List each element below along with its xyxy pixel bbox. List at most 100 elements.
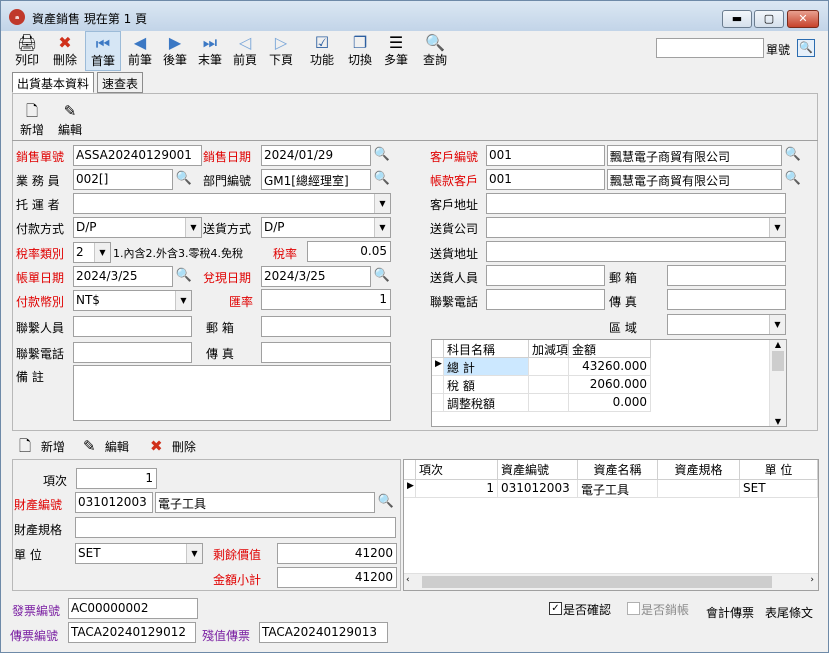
accounting-voucher-link[interactable]: 會計傳票 xyxy=(706,604,754,621)
scroll-thumb[interactable] xyxy=(772,351,784,371)
toolbar-next-page-button[interactable]: ▷ 下頁 xyxy=(263,31,299,71)
toolbar-function-button[interactable]: ☑ 功能 xyxy=(304,31,340,71)
sale-date-field[interactable]: 2024/01/29 xyxy=(261,145,371,166)
tab-quick-lookup[interactable]: 速查表 xyxy=(97,72,144,93)
asset-search-icon[interactable]: 🔍 xyxy=(377,493,395,511)
chevron-down-icon[interactable]: ▼ xyxy=(374,194,390,213)
unit-select[interactable]: SET xyxy=(75,543,203,564)
voucher-field[interactable]: TACA20240129012 xyxy=(68,622,196,643)
toolbar-delete-button[interactable]: ✖ 刪除 xyxy=(47,31,83,71)
summary-scrollbar[interactable]: ▲ ▼ xyxy=(769,340,786,426)
detail-delete-button[interactable]: ✖ 刪除 xyxy=(150,436,208,456)
scroll-up-icon[interactable]: ▲ xyxy=(770,340,786,349)
detail-edit-button[interactable]: ✎ 編輯 xyxy=(83,436,141,456)
phone-field[interactable] xyxy=(73,342,192,363)
toolbar-last-button[interactable]: ⏭ 末筆 xyxy=(192,31,228,71)
residual-field[interactable]: 41200 xyxy=(277,543,397,564)
toolbar-multi-button[interactable]: ☰ 多筆 xyxy=(378,31,414,71)
chevron-down-icon[interactable]: ▼ xyxy=(185,218,201,237)
pay-method-select[interactable]: D/P xyxy=(73,217,202,238)
ship-person-field[interactable] xyxy=(486,265,605,286)
chevron-down-icon[interactable]: ▼ xyxy=(374,218,390,237)
asset-no-field[interactable]: 031012003 xyxy=(75,492,153,513)
ship-address-field[interactable] xyxy=(486,241,786,262)
toolbar-switch-button[interactable]: ❐ 切換 xyxy=(342,31,378,71)
zip-field[interactable] xyxy=(261,316,391,337)
chevron-down-icon[interactable]: ▼ xyxy=(94,243,110,262)
residual-voucher-field[interactable]: TACA20240129013 xyxy=(259,622,388,643)
dept-field[interactable]: GM1[總經理室] xyxy=(261,169,371,190)
customer-address-field[interactable] xyxy=(486,193,786,214)
header-edit-button[interactable]: ✎ 編輯 xyxy=(53,101,87,138)
salesman-field[interactable]: 002[] xyxy=(73,169,173,190)
detail-row-unit[interactable]: SET xyxy=(740,480,818,498)
contact-field[interactable] xyxy=(73,316,192,337)
summary-row-sign[interactable] xyxy=(529,394,569,412)
toolbar-next-button[interactable]: ▶ 後筆 xyxy=(157,31,193,71)
asset-name-field[interactable]: 電子工具 xyxy=(155,492,375,513)
toolbar-print-button[interactable]: 🖨 列印 xyxy=(9,31,45,71)
toolbar-prev-button[interactable]: ◀ 前筆 xyxy=(122,31,158,71)
summary-row-amount[interactable]: 0.000 xyxy=(569,394,651,412)
confirmed-checkbox[interactable]: ✓ xyxy=(549,602,562,615)
customer-phone-field[interactable] xyxy=(486,289,605,310)
summary-row-amount[interactable]: 2060.000 xyxy=(569,376,651,394)
summary-row-name[interactable]: 調整稅額 xyxy=(444,394,529,412)
minimize-button[interactable]: ▬ xyxy=(722,10,752,28)
customer-code-field[interactable]: 001 xyxy=(486,145,605,166)
account-customer-field[interactable]: 001 xyxy=(486,169,605,190)
account-search-icon[interactable]: 🔍 xyxy=(784,170,802,188)
customer-search-icon[interactable]: 🔍 xyxy=(784,146,802,164)
summary-row-sign[interactable] xyxy=(529,358,569,376)
note-textarea[interactable] xyxy=(73,365,391,421)
bill-date-search-icon[interactable]: 🔍 xyxy=(175,267,193,285)
customer-fax-field[interactable] xyxy=(667,289,786,310)
subtotal-field[interactable]: 41200 xyxy=(277,567,397,588)
dept-search-icon[interactable]: 🔍 xyxy=(373,170,391,188)
summary-row-amount[interactable]: 43260.000 xyxy=(569,358,651,376)
footer-text-link[interactable]: 表尾條文 xyxy=(765,604,813,621)
close-button[interactable]: ✕ xyxy=(787,10,819,28)
ship-company-select[interactable] xyxy=(486,217,786,238)
account-customer-name-field[interactable]: 飄慧電子商貿有限公司 xyxy=(607,169,782,190)
tab-shipping-basic[interactable]: 出貨基本資料 xyxy=(12,72,95,93)
summary-row-name[interactable]: 總 計 xyxy=(444,358,529,376)
chevron-down-icon[interactable]: ▼ xyxy=(769,218,785,237)
detail-add-button[interactable]: 🗋 新增 xyxy=(19,436,75,456)
cash-date-search-icon[interactable]: 🔍 xyxy=(373,267,391,285)
search-icon[interactable]: 🔍 xyxy=(797,39,815,57)
scroll-right-icon[interactable]: › xyxy=(810,575,814,585)
scroll-down-icon[interactable]: ▼ xyxy=(770,417,786,426)
fax-field[interactable] xyxy=(261,342,391,363)
header-add-button[interactable]: 🗋 新增 xyxy=(15,101,49,138)
item-field[interactable]: 1 xyxy=(76,468,157,489)
summary-row-name[interactable]: 稅 額 xyxy=(444,376,529,394)
customer-name-field[interactable]: 飄慧電子商貿有限公司 xyxy=(607,145,782,166)
detail-row-asset-no[interactable]: 031012003 xyxy=(498,480,578,498)
detail-row-asset-name[interactable]: 電子工具 xyxy=(578,480,658,498)
maximize-button[interactable]: ▢ xyxy=(754,10,784,28)
scroll-thumb[interactable] xyxy=(422,576,772,588)
toolbar-prev-page-button[interactable]: ◁ 前頁 xyxy=(227,31,263,71)
chevron-down-icon[interactable]: ▼ xyxy=(769,315,785,334)
search-input[interactable] xyxy=(656,38,764,58)
salesman-search-icon[interactable]: 🔍 xyxy=(175,170,193,188)
invoice-field[interactable]: AC00000002 xyxy=(68,598,198,619)
chevron-down-icon[interactable]: ▼ xyxy=(175,291,191,310)
carrier-select[interactable] xyxy=(73,193,391,214)
summary-row-sign[interactable] xyxy=(529,376,569,394)
sale-date-search-icon[interactable]: 🔍 xyxy=(373,146,391,164)
writeoff-checkbox[interactable] xyxy=(627,602,640,615)
chevron-down-icon[interactable]: ▼ xyxy=(186,544,202,563)
bill-date-field[interactable]: 2024/3/25 xyxy=(73,266,173,287)
spec-field[interactable] xyxy=(75,517,396,538)
toolbar-first-button[interactable]: ⏮ 首筆 xyxy=(85,31,121,71)
cash-date-field[interactable]: 2024/3/25 xyxy=(261,266,371,287)
sale-no-field[interactable]: ASSA20240129001 xyxy=(73,145,202,166)
detail-row-item[interactable]: 1 xyxy=(416,480,498,498)
customer-zip-field[interactable] xyxy=(667,265,786,286)
detail-row-spec[interactable] xyxy=(658,480,740,498)
exchange-field[interactable]: 1 xyxy=(261,289,391,310)
ship-method-select[interactable]: D/P xyxy=(261,217,391,238)
tax-rate-field[interactable]: 0.05 xyxy=(307,241,391,262)
